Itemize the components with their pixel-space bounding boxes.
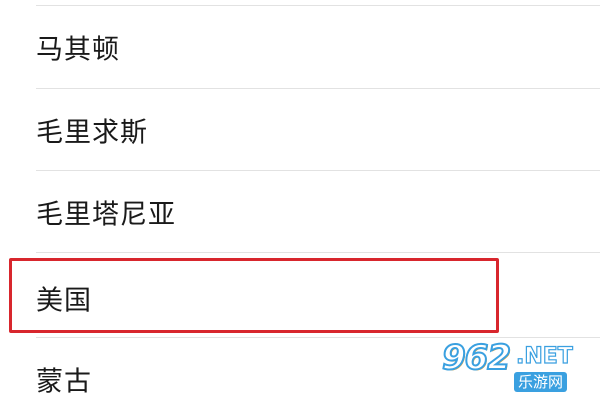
country-item-label: 蒙古 xyxy=(36,366,92,398)
country-item-united-states[interactable]: 美国 xyxy=(0,257,600,339)
watermark-logo: 962 xyxy=(441,337,512,379)
country-item-mauritius[interactable]: 毛里求斯 xyxy=(0,89,600,171)
country-item-macedonia[interactable]: 马其顿 xyxy=(0,6,600,88)
watermark-net: .NET xyxy=(515,343,573,369)
watermark-site-name: 乐游网 xyxy=(514,372,568,392)
site-watermark: 962 .NET 乐游网 xyxy=(441,336,592,394)
country-item-label: 毛里塔尼亚 xyxy=(36,199,176,231)
country-item-label: 马其顿 xyxy=(36,34,120,66)
country-item-label: 毛里求斯 xyxy=(36,117,148,149)
country-selection-screen: 马其顿 毛里求斯 毛里塔尼亚 美国 蒙古 962 .NET 乐游网 xyxy=(0,0,600,400)
country-item-mauritania[interactable]: 毛里塔尼亚 xyxy=(0,171,600,253)
country-item-label: 美国 xyxy=(36,285,92,317)
list-divider xyxy=(36,252,600,253)
